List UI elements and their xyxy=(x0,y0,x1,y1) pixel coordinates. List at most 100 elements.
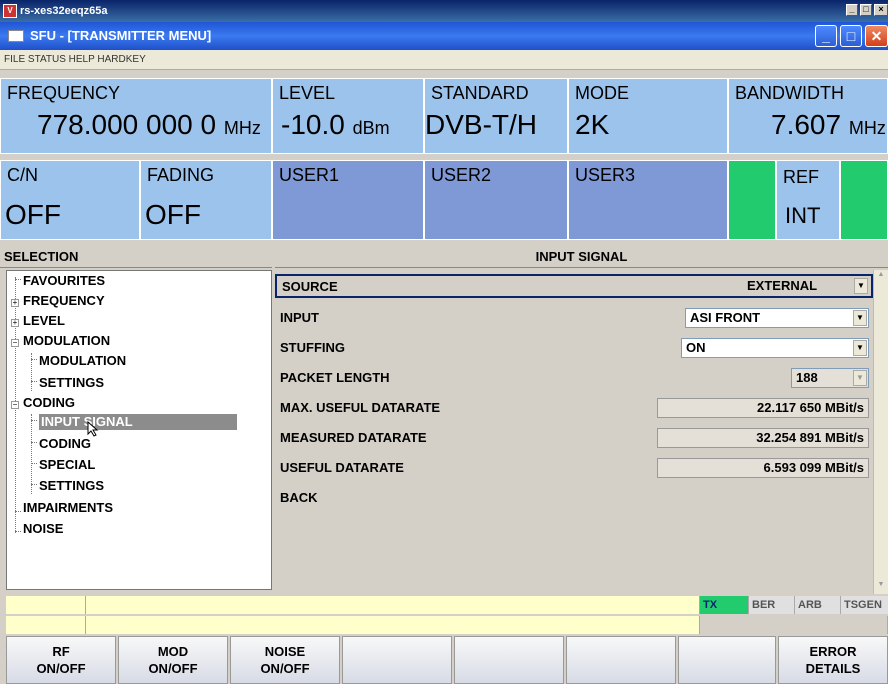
maximize-button[interactable]: □ xyxy=(840,25,862,47)
outer-window-title: rs-xes32eeqz65a xyxy=(20,5,108,17)
bandwidth-display[interactable]: BANDWIDTH 7.607 MHz xyxy=(728,78,888,154)
user2-key[interactable]: USER2 xyxy=(424,160,568,240)
fading-display[interactable]: FADING OFF xyxy=(140,160,272,240)
input-row[interactable]: INPUT ASI FRONT ▼ xyxy=(275,304,873,332)
tree-item-impairments[interactable]: IMPAIRMENTS xyxy=(23,500,113,516)
status-green-cell-right xyxy=(840,160,888,240)
stuffing-row[interactable]: STUFFING ON ▼ xyxy=(275,334,873,362)
frequency-display[interactable]: FREQUENCY 778.000 000 0 MHz xyxy=(0,78,272,154)
fading-label: FADING xyxy=(147,165,215,185)
outer-window-titlebar: V rs-xes32eeqz65a _ □ × xyxy=(0,0,888,22)
level-display[interactable]: LEVEL -10.0 dBm xyxy=(272,78,424,154)
measured-datarate-label: MEASURED DATARATE xyxy=(280,430,427,445)
packet-length-row[interactable]: PACKET LENGTH 188 ▼ xyxy=(275,364,873,392)
measured-datarate-row: MEASURED DATARATE 32.254 891 MBit/s xyxy=(275,424,873,452)
outer-minimize-button[interactable]: _ xyxy=(846,4,858,16)
ber-flag: BER xyxy=(748,596,794,614)
tree-item-modulation[interactable]: MODULATION xyxy=(23,333,110,349)
input-label: INPUT xyxy=(280,310,319,325)
tree-item-modulation-settings[interactable]: SETTINGS xyxy=(39,375,104,391)
tree-item-special[interactable]: SPECIAL xyxy=(39,457,95,473)
status-cell xyxy=(6,616,86,634)
collapse-modulation-icon[interactable]: − xyxy=(11,339,19,347)
mouse-cursor-icon xyxy=(87,421,99,437)
chevron-down-icon[interactable]: ▼ xyxy=(853,310,867,326)
source-label: SOURCE xyxy=(282,279,338,294)
tsgen-flag: TSGEN xyxy=(840,596,888,614)
tree-item-coding[interactable]: CODING xyxy=(23,395,75,411)
panel-scrollbar[interactable]: ▲ ▼ xyxy=(873,270,888,594)
user3-key[interactable]: USER3 xyxy=(568,160,728,240)
tree-item-input-signal[interactable]: INPUT SIGNAL xyxy=(39,414,237,430)
menu-help[interactable]: HELP xyxy=(69,54,95,65)
stuffing-select[interactable]: ON ▼ xyxy=(681,338,869,358)
bandwidth-value: 7.607 MHz xyxy=(771,109,886,140)
close-button[interactable]: ✕ xyxy=(865,25,888,47)
softkey-4[interactable] xyxy=(342,636,452,684)
ref-value: INT xyxy=(785,203,821,228)
useful-datarate-label: USEFUL DATARATE xyxy=(280,460,404,475)
packet-length-select[interactable]: 188 ▼ xyxy=(791,368,869,388)
noise-onoff-softkey[interactable]: NOISE ON/OFF xyxy=(230,636,340,684)
status-cell xyxy=(6,596,86,614)
scroll-up-icon[interactable]: ▲ xyxy=(875,271,887,283)
selection-tree: + + − − FAVOURITES FREQUENCY LEVEL MODUL… xyxy=(6,270,272,590)
error-details-softkey[interactable]: ERROR DETAILS xyxy=(778,636,888,684)
cn-value: OFF xyxy=(5,199,61,230)
inner-window-title: SFU - [TRANSMITTER MENU] xyxy=(30,28,212,43)
standard-label: STANDARD xyxy=(431,83,529,103)
standard-display[interactable]: STANDARD DVB-T/H xyxy=(424,78,568,154)
source-select[interactable]: EXTERNAL ▼ xyxy=(743,277,869,297)
menu-hardkey[interactable]: HARDKEY xyxy=(97,54,145,65)
softkey-7[interactable] xyxy=(678,636,776,684)
tx-flag: TX xyxy=(700,596,748,614)
status-flags-bottom xyxy=(700,616,888,634)
ref-display[interactable]: REF INT xyxy=(776,160,840,240)
back-row[interactable]: BACK xyxy=(275,484,873,512)
max-useful-datarate-row: MAX. USEFUL DATARATE 22.117 650 MBit/s xyxy=(275,394,873,422)
source-row[interactable]: SOURCE EXTERNAL ▼ xyxy=(275,274,873,298)
cn-display[interactable]: C/N OFF xyxy=(0,160,140,240)
fading-value: OFF xyxy=(145,199,201,230)
tree-item-level[interactable]: LEVEL xyxy=(23,313,65,329)
max-useful-datarate-label: MAX. USEFUL DATARATE xyxy=(280,400,441,415)
menu-file[interactable]: FILE xyxy=(4,54,25,65)
tree-item-modulation-sub[interactable]: MODULATION xyxy=(39,353,126,369)
chevron-down-icon: ▼ xyxy=(853,370,867,386)
softkey-5[interactable] xyxy=(454,636,564,684)
user1-key[interactable]: USER1 xyxy=(272,160,424,240)
softkey-6[interactable] xyxy=(566,636,676,684)
back-label: BACK xyxy=(280,490,318,505)
standard-value: DVB-T/H xyxy=(425,109,537,140)
input-signal-header: INPUT SIGNAL xyxy=(275,246,888,268)
input-select[interactable]: ASI FRONT ▼ xyxy=(685,308,869,328)
menu-status[interactable]: STATUS xyxy=(28,54,66,65)
mode-label: MODE xyxy=(575,83,629,103)
useful-datarate-row: USEFUL DATARATE 6.593 099 MBit/s xyxy=(275,454,873,482)
mode-display[interactable]: MODE 2K xyxy=(568,78,728,154)
minimize-button[interactable]: _ xyxy=(815,25,837,47)
scroll-down-icon[interactable]: ▼ xyxy=(875,581,887,593)
mod-onoff-softkey[interactable]: MOD ON/OFF xyxy=(118,636,228,684)
app-logo-icon: V xyxy=(3,4,17,18)
input-signal-panel: SOURCE EXTERNAL ▼ INPUT ASI FRONT ▼ STUF… xyxy=(275,270,873,594)
selection-header: SELECTION xyxy=(0,246,272,268)
collapse-coding-icon[interactable]: − xyxy=(11,401,19,409)
level-label: LEVEL xyxy=(279,83,336,103)
chevron-down-icon[interactable]: ▼ xyxy=(853,340,867,356)
rf-onoff-softkey[interactable]: RF ON/OFF xyxy=(6,636,116,684)
useful-datarate-value: 6.593 099 MBit/s xyxy=(657,458,869,478)
outer-close-button[interactable]: × xyxy=(874,4,888,16)
expand-level-icon[interactable]: + xyxy=(11,319,19,327)
ref-label: REF xyxy=(783,167,819,187)
chevron-down-icon[interactable]: ▼ xyxy=(854,278,868,294)
tree-item-coding-settings[interactable]: SETTINGS xyxy=(39,478,104,494)
status-message-cell xyxy=(86,616,700,634)
measured-datarate-value: 32.254 891 MBit/s xyxy=(657,428,869,448)
tree-item-noise[interactable]: NOISE xyxy=(23,521,63,537)
tree-item-frequency[interactable]: FREQUENCY xyxy=(23,293,105,309)
expand-frequency-icon[interactable]: + xyxy=(11,299,19,307)
tree-item-coding-sub[interactable]: CODING xyxy=(39,436,91,452)
tree-item-favourites[interactable]: FAVOURITES xyxy=(23,273,105,289)
outer-maximize-button[interactable]: □ xyxy=(860,4,872,16)
